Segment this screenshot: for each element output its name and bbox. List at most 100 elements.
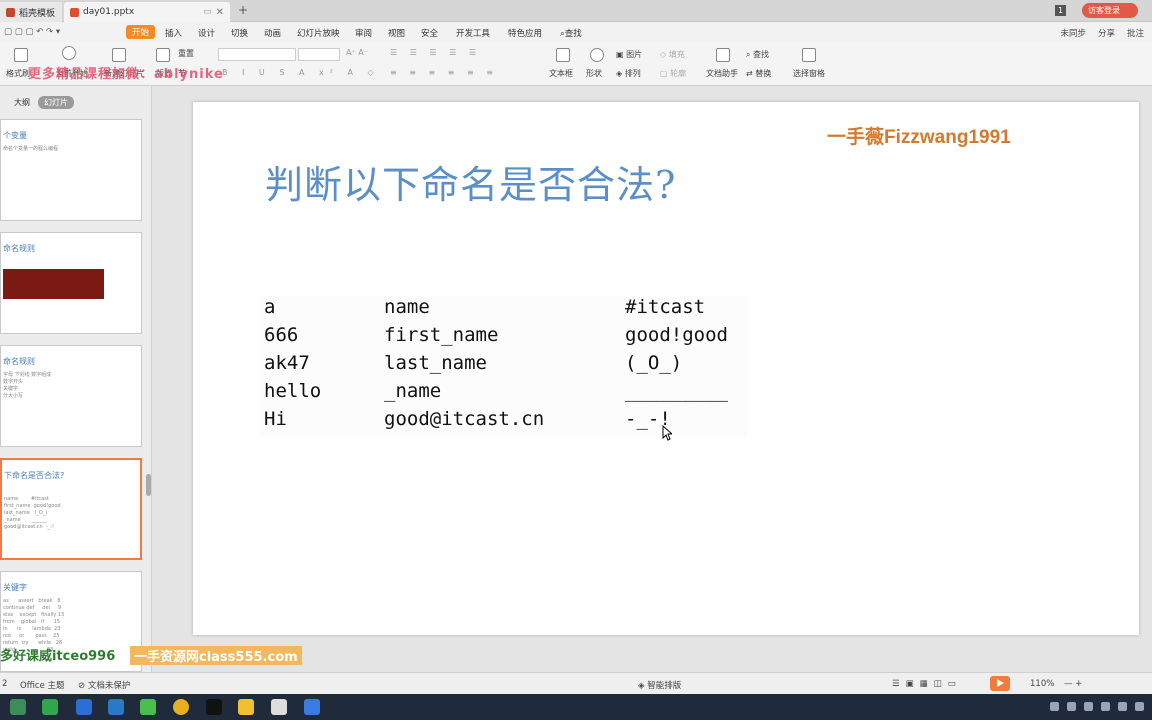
thumb-text: name #itcast first_name good!good last_n… (4, 496, 61, 530)
cell: (_O_) (625, 352, 683, 374)
tray-icon[interactable] (1084, 702, 1093, 711)
zoom-slider[interactable]: — + (1064, 679, 1082, 689)
zoom-level[interactable]: 110% (1030, 679, 1054, 689)
share-button[interactable]: 分享 (1098, 27, 1115, 39)
cell: ak47 (264, 352, 310, 374)
pycharm-icon[interactable] (140, 699, 156, 715)
wps-icon[interactable] (304, 699, 320, 715)
textbox-label: 文本框 (549, 69, 573, 78)
tray-icon[interactable] (1050, 702, 1059, 711)
quick-access-icons[interactable]: ▢ ▢ ▢ ↶ ↷ ▾ (4, 27, 60, 37)
menu-special[interactable]: 特色应用 (508, 27, 542, 39)
close-tab-icon[interactable]: ✕ (216, 7, 224, 18)
tab-templates-label: 稻壳模板 (19, 8, 56, 19)
smart-layout-button[interactable]: ◈ 智能排版 (638, 679, 681, 691)
outline-button[interactable]: ▢ 轮廓 (660, 68, 686, 79)
textbox-icon (556, 48, 570, 62)
os-taskbar (0, 694, 1152, 720)
app-icon[interactable] (76, 699, 92, 715)
cell: first_name (384, 324, 499, 346)
tab-slides[interactable]: 幻灯片 (38, 96, 74, 109)
menu-developer[interactable]: 开发工具 (456, 27, 490, 39)
tab-document[interactable]: day01.pptx ▭ ✕ (64, 2, 230, 22)
font-grow-icon[interactable]: A⁺ A⁻ (346, 48, 368, 57)
slideshow-start-button[interactable] (62, 46, 76, 62)
font-family-select[interactable] (218, 48, 296, 61)
menu-insert[interactable]: 插入 (165, 27, 182, 39)
table-row: 666 first_name good!good (264, 324, 744, 352)
arrange-label: 排列 (624, 69, 641, 78)
slide-thumb[interactable]: 个变量 命名个变量一的程么编程 (0, 119, 142, 221)
font-size-select[interactable] (298, 48, 340, 61)
chrome-icon[interactable] (173, 699, 189, 715)
terminal-icon[interactable] (206, 699, 222, 715)
view-mode-icons[interactable]: ☰▣▦◫▭ (892, 679, 962, 689)
slides-panel: 大纲 幻灯片 个变量 命名个变量一的程么编程 命名规则 命名规则 字母 下划线 … (0, 86, 152, 672)
menu-security[interactable]: 安全 (421, 27, 438, 39)
text-format-icons[interactable]: B I U S A x² A ◇ (222, 68, 380, 77)
play-slideshow-button[interactable] (990, 676, 1010, 691)
layout-button[interactable] (156, 48, 170, 64)
panel-scrollbar[interactable] (146, 474, 151, 496)
slide-thumb[interactable]: 命名规则 (0, 232, 142, 334)
pin-icon[interactable]: ▭ (203, 7, 212, 17)
reset-button[interactable]: 重置 (178, 48, 194, 59)
new-tab-icon[interactable]: + (238, 3, 248, 17)
comment-button[interactable]: 批注 (1127, 27, 1144, 39)
slide[interactable]: 一手薇Fizzwang1991 判断以下命名是否合法? a name #itca… (193, 102, 1139, 635)
arrange-button[interactable]: ◈ 排列 (616, 68, 641, 79)
replace-label: 替换 (755, 69, 772, 78)
replace-button[interactable]: ⇄ 替换 (746, 68, 771, 79)
thumb-title: 关键字 (3, 583, 27, 592)
format-painter-button[interactable] (14, 48, 28, 64)
app-icon[interactable] (42, 699, 58, 715)
cell: good!good (625, 324, 728, 346)
app-icon[interactable] (10, 699, 26, 715)
menu-view[interactable]: 视图 (388, 27, 405, 39)
slide-thumb[interactable]: 命名规则 字母 下划线 数字组成 数字开头 关键字 分大小写 (0, 345, 142, 447)
visitor-login-button[interactable]: 访客登录 (1082, 3, 1138, 18)
align-icons[interactable]: ≡ ≡ ≡ ≡ ≡ ≡ (390, 68, 498, 77)
menu-slideshow[interactable]: 幻灯片放映 (297, 27, 340, 39)
thumb-image (3, 269, 104, 299)
tab-outline[interactable]: 大纲 (14, 97, 30, 108)
new-slide-icon (112, 48, 126, 62)
doc-helper-button[interactable] (716, 48, 730, 64)
names-table[interactable]: a name #itcast 666 first_name good!good … (259, 296, 747, 438)
cell: last_name (384, 352, 487, 374)
slide-thumb-selected[interactable]: 下命名是否合法? name #itcast first_name good!go… (0, 458, 142, 560)
app-icon[interactable] (108, 699, 124, 715)
menu-search[interactable]: ⌕查找 (560, 27, 582, 39)
select-pane-button[interactable] (802, 48, 816, 64)
textbox-button[interactable] (556, 48, 570, 64)
menu-home[interactable]: 开始 (126, 25, 156, 39)
shape-button[interactable] (590, 48, 604, 64)
table-row: a name #itcast (264, 296, 744, 324)
find-icon: ⌕ (746, 50, 754, 59)
new-slide-button[interactable] (112, 48, 126, 64)
notepad-icon[interactable] (271, 699, 287, 715)
folder-icon[interactable] (238, 699, 254, 715)
protect-status[interactable]: ⊘ 文档未保护 (78, 679, 130, 691)
menu-animation[interactable]: 动画 (264, 27, 281, 39)
slide-title[interactable]: 判断以下命名是否合法? (265, 154, 676, 209)
fill-button[interactable]: ◇ 填充 (660, 49, 685, 60)
tray-icon[interactable] (1101, 702, 1110, 711)
tray-icon[interactable] (1118, 702, 1127, 711)
status-bar: 2 Office 主题 ⊘ 文档未保护 ◈ 智能排版 ☰▣▦◫▭ 110% — … (0, 672, 1152, 694)
find-button[interactable]: ⌕ 查找 (746, 49, 769, 60)
picture-button[interactable]: ▣ 图片 (616, 49, 642, 60)
tab-templates[interactable]: 稻壳模板 (0, 2, 62, 22)
menu-design[interactable]: 设计 (198, 27, 215, 39)
theme-name[interactable]: Office 主题 (20, 679, 65, 691)
slide-number: 2 (2, 679, 8, 689)
pptx-file-icon (70, 7, 79, 17)
tray-icon[interactable] (1067, 702, 1076, 711)
menu-transition[interactable]: 切换 (231, 27, 248, 39)
tray-icon[interactable] (1135, 702, 1144, 711)
menu-review[interactable]: 审阅 (355, 27, 372, 39)
format-painter-label: 格式刷 (6, 69, 30, 78)
paragraph-icons[interactable]: ☰ ☰ ☰ ☰ ☰ (390, 48, 481, 57)
sync-status[interactable]: 未同步 (1060, 27, 1086, 39)
thumb-text: 命名个变量一的程么编程 (3, 146, 59, 152)
